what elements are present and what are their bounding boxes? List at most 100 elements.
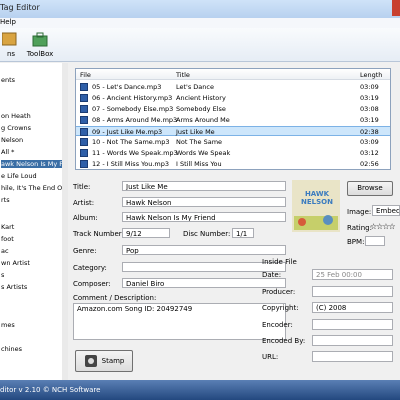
disc-field[interactable]: 1/1 [232, 228, 254, 238]
audio-file-icon [80, 105, 88, 113]
cell-title: I Still Miss You [176, 160, 222, 168]
column-title[interactable]: Title [176, 71, 190, 79]
tree-item-selected[interactable]: awk Nelson Is My Fri [1, 160, 67, 168]
tree-item[interactable]: ac [1, 247, 9, 255]
file-row[interactable]: 10 - Not The Same.mp3 Not The Same 03:09 [76, 137, 390, 147]
genre-label: Genre: [73, 247, 97, 255]
tree-scrollbar[interactable] [62, 63, 68, 380]
cell-length: 03:12 [360, 149, 379, 157]
audio-file-icon [80, 149, 88, 157]
cell-file: 12 - I Still Miss You.mp3 [92, 160, 170, 168]
cell-file: 09 - Just Like Me.mp3 [92, 128, 163, 136]
cell-title: Arms Around Me [176, 116, 230, 124]
encoder-label: Encoder: [262, 321, 293, 329]
stamp-button[interactable]: Stamp [75, 350, 133, 372]
file-row[interactable]: 06 - Ancient History.mp3 Ancient History 0… [76, 93, 390, 103]
audio-file-icon [80, 160, 88, 168]
tree-item[interactable]: wn Artist [1, 259, 30, 267]
track-field[interactable]: 9/12 [122, 228, 170, 238]
column-length[interactable]: Length [360, 71, 382, 79]
column-file[interactable]: File [80, 71, 91, 79]
album-field[interactable]: Hawk Nelson Is My Friend [122, 212, 286, 222]
copyright-label: Copyright: [262, 304, 299, 312]
encoded-by-field[interactable] [312, 335, 393, 346]
cell-file: 10 - Not The Same.mp3 [92, 138, 170, 146]
tree-item[interactable]: s Artists [1, 283, 27, 291]
album-art[interactable]: HAWK NELSON [292, 180, 340, 232]
cell-title: Somebody Else [176, 105, 226, 113]
bpm-field[interactable] [365, 236, 385, 246]
tree-item[interactable]: g Crowns [1, 124, 31, 132]
window-title: Tag Editor [0, 3, 40, 12]
comment-label: Comment / Description: [73, 294, 157, 302]
title-label: Title: [73, 183, 91, 191]
audio-file-icon [80, 94, 88, 102]
toolbar: ns ToolBox [0, 28, 400, 62]
file-list[interactable]: File Title Length 05 - Let's Dance.mp3 Le… [75, 68, 391, 170]
toolbox-button[interactable]: ToolBox [24, 30, 56, 60]
encoded-by-label: Encoded By: [262, 337, 306, 345]
toolbox-label: ToolBox [26, 50, 54, 58]
rating-stars[interactable]: ☆☆☆☆ [370, 222, 396, 231]
image-dropdown[interactable]: Embedd [372, 205, 400, 216]
cell-length: 02:38 [360, 128, 379, 136]
album-label: Album: [73, 214, 98, 222]
composer-field[interactable]: Daniel Biro [122, 278, 286, 288]
tree-item[interactable]: foot [1, 235, 14, 243]
copyright-field[interactable]: (C) 2008 [312, 302, 393, 313]
comment-field[interactable]: Amazon.com Song ID: 20492749 [73, 303, 286, 340]
options-button[interactable]: ns [0, 30, 22, 60]
tree-item[interactable]: mes [1, 321, 15, 329]
encoder-field[interactable] [312, 319, 393, 330]
library-tree[interactable]: ents on Heath g Crowns Nelson All * awk … [0, 63, 68, 380]
tree-item[interactable]: Nelson [1, 136, 23, 144]
audio-file-icon [80, 83, 88, 91]
options-icon [2, 32, 17, 46]
tree-item[interactable]: hile, It's The End Of [1, 184, 65, 192]
cell-file: 11 - Words We Speak.mp3 [92, 149, 178, 157]
file-row[interactable]: 07 - Somebody Else.mp3 Somebody Else 03:08 [76, 104, 390, 114]
status-text: ditor v 2.10 © NCH Software [0, 386, 101, 394]
tree-item[interactable]: All * [1, 148, 14, 156]
close-button[interactable] [392, 0, 400, 16]
tree-item[interactable]: ents [1, 76, 15, 84]
cell-length: 03:19 [360, 116, 379, 124]
file-row[interactable]: 05 - Let's Dance.mp3 Let's Dance 03:09 [76, 82, 390, 92]
tree-item[interactable]: Kart [1, 223, 14, 231]
album-art-image [292, 180, 340, 232]
tree-item[interactable]: chines [1, 345, 22, 353]
title-bar: Tag Editor [0, 0, 400, 18]
image-label: Image: [347, 208, 372, 216]
tree-item[interactable]: on Heath [1, 112, 31, 120]
title-field[interactable]: Just Like Me [122, 181, 286, 191]
file-row[interactable]: 11 - Words We Speak.mp3 Words We Speak 03:… [76, 148, 390, 158]
cell-length: 02:56 [360, 160, 379, 168]
url-field[interactable] [312, 351, 393, 362]
category-label: Category: [73, 264, 107, 272]
cell-length: 03:19 [360, 94, 379, 102]
composer-label: Composer: [73, 280, 111, 288]
audio-file-icon [80, 116, 88, 124]
artist-field[interactable]: Hawk Nelson [122, 197, 286, 207]
album-art-text: HAWK NELSON [301, 190, 333, 206]
cell-title: Words We Speak [176, 149, 231, 157]
tree-item[interactable]: e Life Loud [1, 172, 37, 180]
url-label: URL: [262, 353, 279, 361]
file-row[interactable]: 08 - Arms Around Me.mp3 Arms Around Me 03:… [76, 115, 390, 125]
producer-field[interactable] [312, 286, 393, 297]
genre-dropdown[interactable]: Pop [122, 245, 286, 255]
browse-button[interactable]: Browse [347, 181, 393, 196]
date-field[interactable]: 25 Feb 00:00 [312, 269, 393, 280]
file-row-selected[interactable]: 09 - Just Like Me.mp3 Just Like Me 02:38 [76, 126, 390, 136]
cell-title: Just Like Me [176, 128, 215, 136]
tree-item[interactable]: rts [1, 196, 10, 204]
audio-file-icon [80, 128, 88, 136]
bpm-label: BPM: [347, 238, 365, 246]
cell-title: Not The Same [176, 138, 223, 146]
file-row[interactable]: 12 - I Still Miss You.mp3 I Still Miss Yo… [76, 159, 390, 169]
menu-help[interactable]: Help [0, 18, 16, 26]
tree-item[interactable]: s [1, 271, 4, 279]
cell-file: 07 - Somebody Else.mp3 [92, 105, 174, 113]
cell-file: 06 - Ancient History.mp3 [92, 94, 173, 102]
inside-file-heading: Inside File [262, 258, 297, 266]
